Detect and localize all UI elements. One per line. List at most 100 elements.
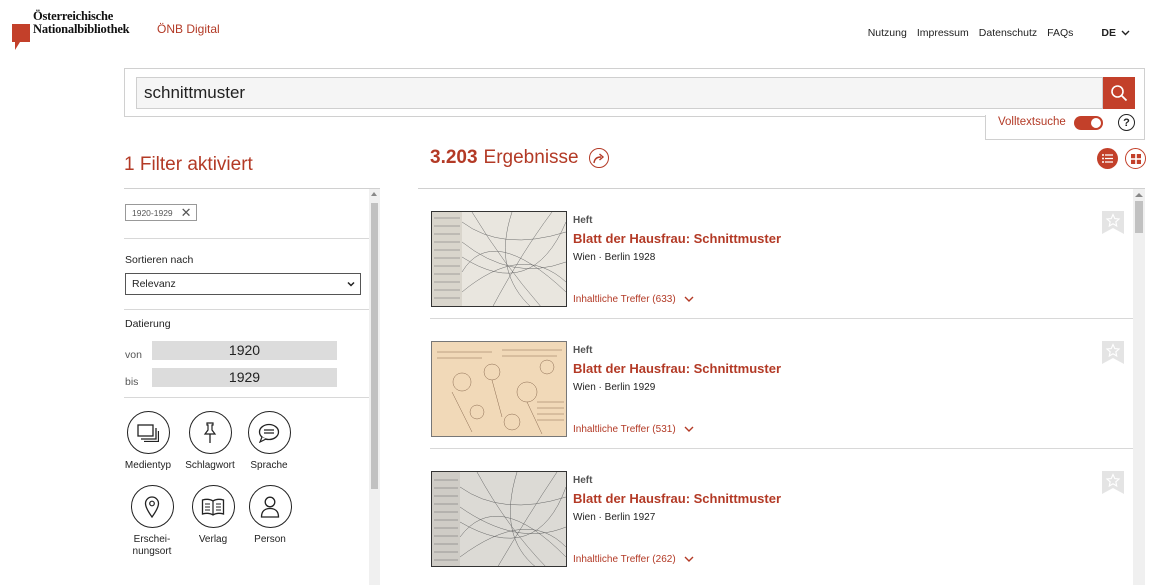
content-hits-label: Inhaltliche Treffer (633) [573, 294, 676, 305]
onb-logo[interactable]: Österreichische Nationalbibliothek [11, 10, 151, 55]
facet-circle [191, 485, 235, 528]
chevron-down-icon [684, 426, 694, 432]
dating-label: Datierung [125, 318, 171, 330]
nav-link-nutzung[interactable]: Nutzung [868, 27, 907, 39]
result-type: Heft [573, 475, 593, 486]
facet-circle [247, 411, 291, 454]
chevron-down-icon [347, 281, 355, 287]
result-thumbnail[interactable] [431, 341, 567, 437]
divider [124, 397, 369, 398]
language-selector[interactable]: DE [1101, 27, 1130, 39]
result-meta: Wien · Berlin 1927 [573, 512, 656, 523]
search-divider [124, 116, 986, 117]
sort-label: Sortieren nach [125, 254, 194, 266]
brand-subtitle[interactable]: ÖNB Digital [157, 22, 220, 36]
results-count: 3.203 [430, 147, 478, 168]
results-scrollbar[interactable] [1133, 189, 1145, 585]
sort-select[interactable]: Relevanz [125, 273, 361, 295]
result-item[interactable]: Heft Blatt der Hausfrau: Schnittmuster W… [418, 449, 1133, 579]
result-meta: Wien · Berlin 1929 [573, 382, 656, 393]
logo-text: Österreichische Nationalbibliothek [33, 9, 130, 36]
grid-icon [1130, 153, 1141, 164]
chevron-down-icon [684, 556, 694, 562]
help-icon[interactable]: ? [1118, 114, 1135, 131]
content-hits-toggle[interactable]: Inhaltliche Treffer (262) [573, 554, 694, 565]
to-label: bis [125, 376, 139, 388]
filter-title: 1 Filter aktiviert [124, 154, 253, 175]
content-hits-label: Inhaltliche Treffer (531) [573, 424, 676, 435]
results-list: Heft Blatt der Hausfrau: Schnittmuster W… [418, 188, 1145, 585]
toggle-knob [1091, 118, 1101, 128]
content-hits-toggle[interactable]: Inhaltliche Treffer (531) [573, 424, 694, 435]
facet-label: Medientyp [124, 460, 172, 471]
nav-link-impressum[interactable]: Impressum [917, 27, 969, 39]
result-title-link[interactable]: Blatt der Hausfrau: Schnittmuster [573, 231, 781, 246]
result-title-link[interactable]: Blatt der Hausfrau: Schnittmuster [573, 491, 781, 506]
fulltext-toggle[interactable] [1074, 116, 1103, 130]
facet-label: Person [254, 534, 286, 545]
filter-scrollbar[interactable] [369, 189, 380, 585]
language-label: DE [1101, 27, 1116, 39]
fulltext-toggle-area: Volltextsuche ? [985, 114, 1145, 140]
list-view-button[interactable] [1097, 148, 1118, 169]
bookmark-star-icon[interactable] [1102, 211, 1124, 234]
fulltext-label: Volltextsuche [998, 116, 1066, 128]
bookmark-star-icon[interactable] [1102, 471, 1124, 494]
chip-label: 1920-1929 [132, 207, 173, 218]
scrollbar-thumb[interactable] [371, 203, 378, 489]
search-button[interactable] [1103, 77, 1135, 109]
nav-link-datenschutz[interactable]: Datenschutz [979, 27, 1037, 39]
result-thumbnail[interactable] [431, 211, 567, 307]
content-hits-label: Inhaltliche Treffer (262) [573, 554, 676, 565]
facet-erscheinungsort[interactable]: Erschei- nungsort [117, 485, 187, 558]
year-from-input[interactable]: 1920 [152, 341, 337, 360]
filter-content: 1920-1929 ✕ Sortieren nach Relevanz Dati… [124, 189, 369, 585]
active-filter-chip[interactable]: 1920-1929 ✕ [125, 204, 197, 221]
chevron-down-icon [1121, 30, 1130, 36]
facet-sprache[interactable]: Sprache [234, 411, 304, 472]
facet-label: Sprache [250, 460, 288, 471]
sort-value: Relevanz [132, 278, 176, 290]
search-icon [1111, 85, 1128, 102]
list-icon [1102, 154, 1113, 163]
nav-link-faqs[interactable]: FAQs [1047, 27, 1073, 39]
result-title-link[interactable]: Blatt der Hausfrau: Schnittmuster [573, 361, 781, 376]
result-item[interactable]: Heft Blatt der Hausfrau: Schnittmuster W… [418, 319, 1133, 449]
result-type: Heft [573, 215, 593, 226]
chevron-down-icon [684, 296, 694, 302]
result-meta: Wien · Berlin 1928 [573, 252, 656, 263]
media-type-icon [137, 423, 159, 442]
grid-view-button[interactable] [1125, 148, 1146, 169]
divider [124, 238, 369, 239]
divider [124, 309, 369, 310]
filter-panel: 1920-1929 ✕ Sortieren nach Relevanz Dati… [124, 188, 380, 585]
speech-bubble-icon [258, 423, 280, 443]
result-item[interactable]: Heft Blatt der Hausfrau: Schnittmuster W… [418, 189, 1133, 319]
content-hits-toggle[interactable]: Inhaltliche Treffer (633) [573, 294, 694, 305]
scroll-up-arrow-icon[interactable] [1135, 193, 1143, 197]
result-type: Heft [573, 345, 593, 356]
close-icon[interactable]: ✕ [181, 206, 192, 219]
location-pin-icon [144, 495, 160, 518]
open-book-icon [201, 498, 225, 516]
facet-label: Erschei- nungsort [132, 534, 172, 557]
person-icon [260, 496, 280, 518]
bookmark-star-icon[interactable] [1102, 341, 1124, 364]
share-icon[interactable] [588, 148, 609, 168]
top-navigation: Nutzung Impressum Datenschutz FAQs DE [868, 27, 1130, 39]
search-bar [124, 68, 1145, 116]
year-to-input[interactable]: 1929 [152, 368, 337, 387]
facet-circle [248, 485, 292, 528]
facet-circle [126, 411, 170, 454]
results-header: 3.203 Ergebnisse [430, 147, 609, 169]
search-input[interactable] [136, 77, 1103, 109]
facet-medientyp[interactable]: Medientyp [113, 411, 183, 472]
from-label: von [125, 349, 142, 361]
facet-circle [188, 411, 232, 454]
scroll-up-arrow-icon[interactable] [371, 192, 377, 196]
pin-icon [203, 421, 217, 443]
results-count-label: Ergebnisse [483, 147, 579, 168]
facet-person[interactable]: Person [235, 485, 305, 546]
scrollbar-thumb[interactable] [1135, 201, 1143, 233]
result-thumbnail[interactable] [431, 471, 567, 567]
